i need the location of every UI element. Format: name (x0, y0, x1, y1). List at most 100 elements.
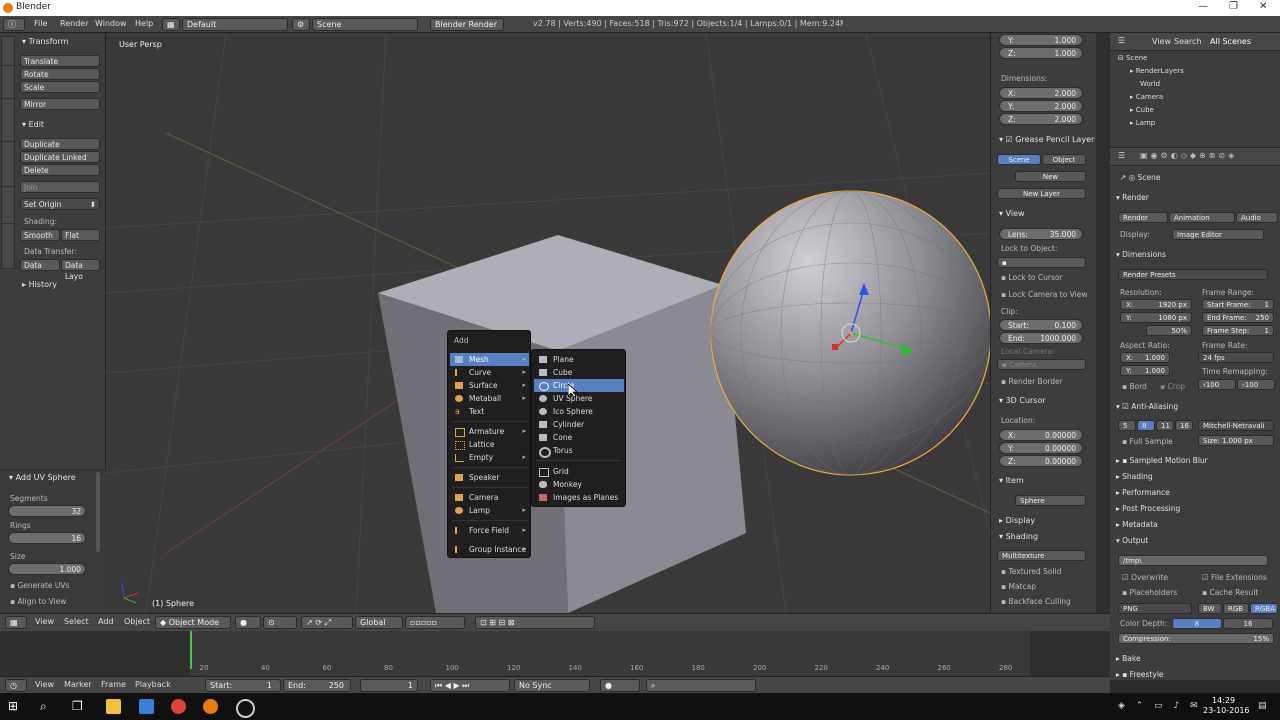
item-name-field[interactable]: Sphere (1015, 495, 1086, 506)
dim-y-field[interactable]: Y: 2.000 (999, 100, 1083, 112)
display-header[interactable]: ▸ Display (999, 516, 1035, 525)
segments-field[interactable]: 32 (8, 505, 86, 517)
generate-uvs-checkbox[interactable]: ▪ Generate UVs (10, 581, 69, 590)
history-header[interactable]: ▸ History (22, 280, 57, 289)
outliner-row-camera[interactable]: ▸ Camera (1130, 91, 1280, 104)
menu-file[interactable]: File (34, 19, 47, 28)
audio-button[interactable]: Audio (1236, 212, 1278, 223)
lock-object-field[interactable]: ▪ (997, 257, 1086, 268)
overwrite-checkbox[interactable]: ☑ Overwrite (1122, 573, 1168, 582)
metadata-header[interactable]: ▸ Metadata (1116, 520, 1158, 529)
menu-help[interactable]: Help (135, 19, 153, 28)
display-select[interactable]: Image Editor (1172, 229, 1264, 240)
tab-tools[interactable] (1, 36, 15, 66)
new-layer-button[interactable]: New Layer (997, 188, 1086, 199)
menu-item-armature[interactable]: Armature ▸ (450, 425, 529, 438)
menu-object[interactable]: Object (124, 617, 150, 626)
clip-start-field[interactable]: Start: 0.100 (999, 319, 1083, 331)
backface-culling-checkbox[interactable]: ▪ Backface Culling (1001, 597, 1071, 606)
menu-item-grid[interactable]: Grid (534, 465, 624, 478)
screen-layout-icon[interactable]: ▦ (162, 18, 180, 31)
keying-set-field[interactable]: ⌕ (646, 679, 756, 692)
task-view-icon[interactable]: ❐ (72, 699, 87, 714)
timeline-menu-frame[interactable]: Frame (101, 680, 126, 689)
scale-y-field[interactable]: Y: 1.000 (999, 34, 1083, 46)
cursor-y-field[interactable]: Y: 0.00000 (999, 442, 1083, 454)
menu-item-plane[interactable]: Plane (534, 353, 624, 366)
menu-item-cone[interactable]: Cone (534, 431, 624, 444)
file-explorer-icon[interactable] (106, 699, 121, 714)
store-icon[interactable] (139, 699, 154, 714)
start-frame-input[interactable]: Start: 1 (205, 679, 281, 692)
cache-result-checkbox[interactable]: ▪ Cache Result (1202, 588, 1258, 597)
depth-16-button[interactable]: 16 (1223, 618, 1273, 629)
menu-item-force-field[interactable]: Force Field ▸ (450, 524, 529, 537)
depth-8-button[interactable]: 8 (1172, 618, 1222, 629)
start-frame-field[interactable]: Start Frame: 1 (1202, 299, 1274, 310)
duplicate-linked-button[interactable]: Duplicate Linked (20, 151, 100, 163)
file-extensions-checkbox[interactable]: ☑ File Extensions (1202, 573, 1267, 582)
render-button[interactable]: Render (1118, 212, 1168, 223)
operator-scrollbar[interactable] (96, 472, 100, 552)
menu-item-empty[interactable]: Empty ▸ (450, 451, 529, 464)
tab-create[interactable] (1, 65, 15, 99)
render-header[interactable]: ▾ Render (1116, 193, 1149, 202)
menu-item-images-as-planes[interactable]: Images as Planes (534, 491, 624, 504)
menu-item-lamp[interactable]: Lamp ▸ (450, 504, 529, 517)
cursor-x-field[interactable]: X: 0.00000 (999, 429, 1083, 441)
menu-item-cube[interactable]: Cube (534, 366, 624, 379)
playback-controls[interactable]: ⏮ ◀ ▶ ⏭ (430, 679, 510, 692)
end-frame-field[interactable]: End Frame: 250 (1202, 312, 1274, 323)
data-button[interactable]: Data (20, 259, 60, 271)
duplicate-button[interactable]: Duplicate (20, 138, 100, 150)
end-frame-input[interactable]: End: 250 (283, 679, 351, 692)
editor-type-icon[interactable]: ⓘ (3, 18, 25, 31)
timeline-menu-playback[interactable]: Playback (135, 680, 171, 689)
aa-5-button[interactable]: 5 (1118, 420, 1136, 431)
menu-item-speaker[interactable]: Speaker (450, 471, 529, 484)
output-header[interactable]: ▾ Output (1116, 536, 1148, 545)
fps-select[interactable]: 24 fps (1198, 352, 1274, 363)
timeline-editor-type-icon[interactable]: ◷ (5, 679, 27, 692)
data-layout-button[interactable]: Data Layo (61, 259, 100, 281)
rgb-button[interactable]: RGB (1223, 603, 1249, 614)
aspect-x-field[interactable]: X: 1.000 (1120, 352, 1170, 363)
flat-button[interactable]: Flat (61, 229, 100, 241)
snapping-icons[interactable]: ⊡ ⊞ ⊟ ⊠ (475, 616, 595, 629)
scene-field[interactable]: Scene (312, 18, 418, 31)
dim-x-field[interactable]: X: 2.000 (999, 87, 1083, 99)
delete-button[interactable]: Delete (20, 164, 100, 176)
animation-button[interactable]: Animation (1169, 212, 1235, 223)
outliner-view-menu[interactable]: View (1152, 37, 1171, 46)
remap-new-field[interactable]: ‹100 (1237, 379, 1275, 390)
aa-16-button[interactable]: 16 (1175, 420, 1193, 431)
cursor-header[interactable]: ▾ 3D Cursor (999, 396, 1046, 405)
border-checkbox[interactable]: ▪ Bord (1122, 382, 1147, 391)
full-sample-checkbox[interactable]: ▪ Full Sample (1122, 437, 1173, 446)
operator-title[interactable]: ▾ Add UV Sphere (9, 473, 76, 482)
mode-select[interactable]: ◆ Object Mode (155, 616, 231, 629)
menu-item-ico-sphere[interactable]: Ico Sphere (534, 405, 624, 418)
menu-item-uv-sphere[interactable]: UV Sphere (534, 392, 624, 405)
remap-old-field[interactable]: ‹100 (1198, 379, 1236, 390)
rotate-button[interactable]: Rotate (20, 68, 100, 80)
matcap-checkbox[interactable]: ▪ Matcap (1001, 582, 1036, 591)
search-icon[interactable]: ⌕ (40, 699, 55, 714)
menu-item-torus[interactable]: Torus (534, 444, 624, 458)
timeline-menu-view[interactable]: View (35, 680, 54, 689)
lock-camera-checkbox[interactable]: ▪ Lock Camera to View (1001, 290, 1087, 299)
align-to-view-checkbox[interactable]: ▪ Align to View (10, 597, 66, 606)
outliner-search-menu[interactable]: Search (1174, 37, 1201, 46)
outliner-row-world[interactable]: World (1140, 78, 1280, 91)
outliner-row-renderlayers[interactable]: ▸ RenderLayers (1130, 65, 1280, 78)
clip-end-field[interactable]: End: 1000.000 (999, 332, 1083, 344)
menu-item-camera[interactable]: Camera (450, 491, 529, 504)
3d-viewport[interactable]: User Persp (1) Sphere (106, 33, 990, 613)
scene-icon[interactable]: ⚙ (292, 18, 310, 31)
tab-grease-pencil[interactable] (1, 223, 15, 269)
blender-taskbar-icon[interactable] (203, 699, 218, 714)
menu-item-metaball[interactable]: Metaball ▸ (450, 392, 529, 405)
aa-size-field[interactable]: Size: 1.000 px (1198, 435, 1274, 446)
manipulator-icons[interactable]: ↗ ⟳ ⤢ (301, 616, 353, 629)
compression-slider[interactable]: Compression: 15% (1118, 633, 1274, 644)
